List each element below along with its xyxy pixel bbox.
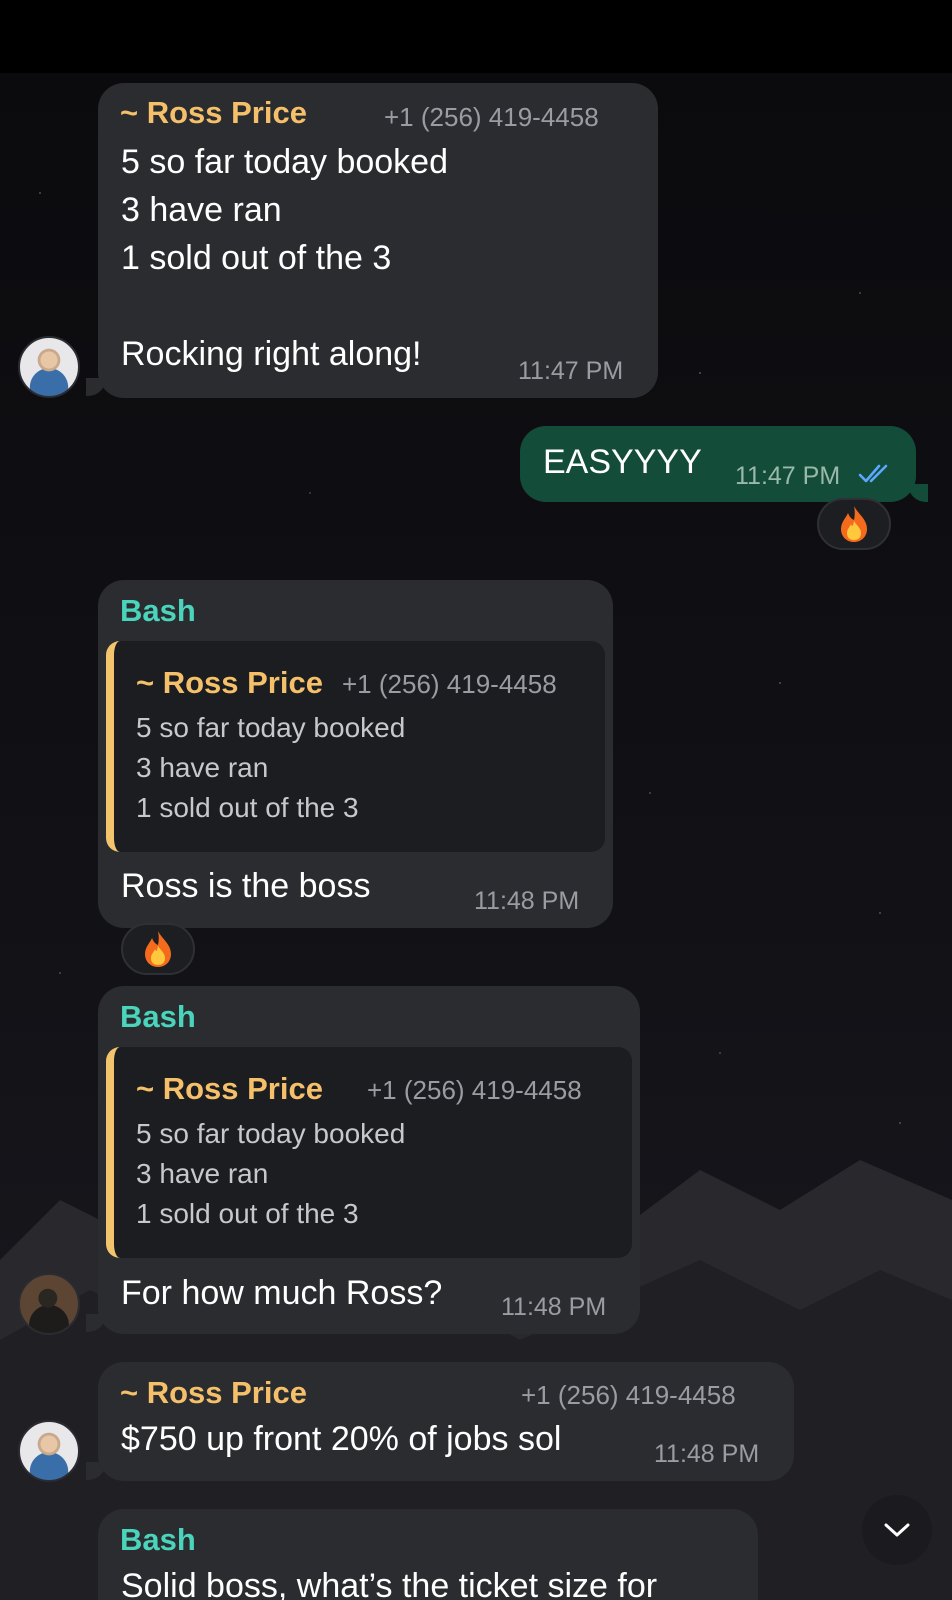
avatar-ross[interactable] [18,336,80,398]
message-time: 11:47 PM [518,357,624,385]
sender-phone: +1 (256) 419-4458 [521,1380,736,1410]
message-time: 11:47 PM [735,462,841,490]
sender-name[interactable]: Bash [120,593,196,629]
message-text: 5 so far today booked 3 have ran 1 sold … [121,143,449,373]
fire-icon [841,506,867,542]
scroll-to-bottom-button[interactable] [862,1495,932,1565]
message-text: Ross is the boss [121,867,371,905]
quote-sender: ~ Ross Price [136,1071,323,1106]
quote-sender: ~ Ross Price [136,665,323,700]
message-time: 11:48 PM [654,1440,760,1468]
avatar-ross[interactable] [18,1420,80,1482]
reaction-fire[interactable] [121,923,195,975]
message-text: For how much Ross? [121,1274,443,1312]
sender-name[interactable]: ~ Ross Price [120,95,307,131]
quote-text: 5 so far today booked 3 have ran 1 sold … [136,1118,406,1229]
sender-name[interactable]: Bash [120,1522,196,1558]
message-text: EASYYYY [543,443,702,481]
double-check-icon [858,464,888,483]
quote-text: 5 so far today booked 3 have ran 1 sold … [136,712,406,823]
sender-phone: +1 (256) 419-4458 [384,102,599,132]
quote-phone: +1 (256) 419-4458 [342,669,557,699]
status-bar [0,0,952,73]
reaction-fire[interactable] [817,498,891,550]
message-text: $750 up front 20% of jobs sol [121,1420,562,1458]
fire-icon [145,931,171,967]
quote-phone: +1 (256) 419-4458 [367,1075,582,1105]
message-text: Solid boss, what’s the ticket size for [121,1567,658,1600]
chevron-down-icon [884,1523,910,1537]
message-time: 11:48 PM [474,887,580,915]
sender-name[interactable]: ~ Ross Price [120,1375,307,1411]
avatar-bash[interactable] [18,1273,80,1335]
sender-name[interactable]: Bash [120,999,196,1035]
message-time: 11:48 PM [501,1293,607,1321]
